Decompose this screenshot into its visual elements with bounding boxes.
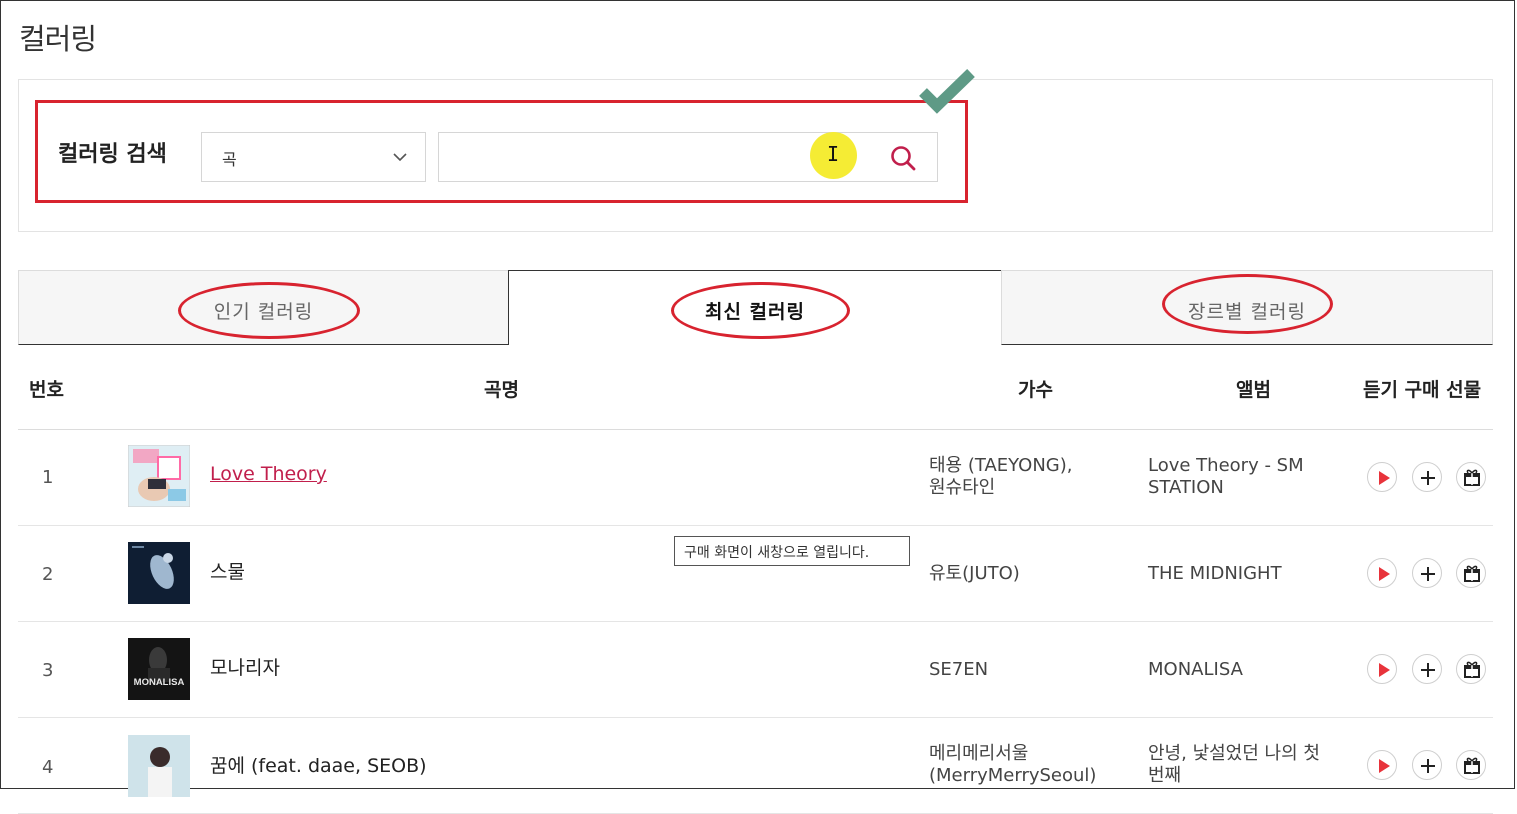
artist-line: 메리메리서울: [929, 743, 1029, 764]
row-number: 4: [42, 757, 54, 778]
search-icon[interactable]: [889, 144, 917, 172]
monalisa-cover[interactable]: MONALISA: [128, 638, 190, 700]
gift-icon: [1464, 757, 1480, 774]
artist-name[interactable]: 태용 (TAEYONG), 원슈타인: [929, 455, 1129, 499]
play-icon: [1379, 471, 1390, 485]
purchase-button[interactable]: [1412, 558, 1442, 588]
gift-button[interactable]: [1456, 462, 1486, 492]
check-mark-icon: [919, 69, 975, 114]
the-midnight-cover[interactable]: [128, 542, 190, 604]
plus-icon: [1421, 567, 1435, 581]
album-name[interactable]: 안녕, 낯설었던 나의 첫 번째: [1148, 743, 1363, 787]
gift-button[interactable]: [1456, 558, 1486, 588]
artist-line: (MerryMerrySeoul): [929, 765, 1097, 786]
gift-icon: [1464, 661, 1480, 678]
monalisa-cover-text: MONALISA: [134, 677, 185, 688]
gift-icon: [1464, 469, 1480, 486]
row-number: 3: [42, 660, 54, 681]
table-row: 3 MONALISA 모나리자 SE7EN MONALISA: [18, 621, 1493, 718]
gift-button[interactable]: [1456, 654, 1486, 684]
row-number: 1: [42, 467, 54, 488]
artist-name[interactable]: SE7EN: [929, 659, 1129, 681]
column-album: 앨범: [1236, 379, 1271, 401]
song-title-link[interactable]: Love Theory: [210, 463, 327, 485]
artist-line: SE7EN: [929, 659, 989, 680]
purchase-button[interactable]: [1412, 462, 1442, 492]
album-line: Love Theory - SM: [1148, 455, 1304, 476]
search-category-select[interactable]: 곡: [201, 132, 426, 182]
song-title[interactable]: 모나리자: [210, 653, 280, 680]
table-header: 번호 곡명 가수 앨범 듣기 구매 선물: [18, 345, 1493, 430]
tab-genre-annotation: [1162, 274, 1333, 334]
row-number: 2: [42, 564, 54, 585]
text-cursor-icon: I: [827, 142, 840, 166]
artist-name[interactable]: 유토(JUTO): [929, 563, 1129, 585]
column-number: 번호: [29, 379, 64, 401]
column-artist: 가수: [1018, 379, 1053, 401]
play-button[interactable]: [1367, 558, 1397, 588]
play-button[interactable]: [1367, 654, 1397, 684]
album-name[interactable]: MONALISA: [1148, 659, 1363, 681]
play-icon: [1379, 567, 1390, 581]
search-label: 컬러링 검색: [58, 142, 167, 167]
song-title[interactable]: 꿈에 (feat. daae, SEOB): [210, 751, 427, 778]
gift-button[interactable]: [1456, 750, 1486, 780]
table-row: 1 Love Theory 태용 (TAEYONG), 원슈타인 Love Th…: [18, 429, 1493, 526]
page-title: 컬러링: [19, 22, 97, 56]
purchase-tooltip: 구매 화면이 새창으로 열립니다.: [674, 536, 910, 566]
search-input[interactable]: [438, 132, 938, 182]
play-button[interactable]: [1367, 462, 1397, 492]
artist-line: 유토(JUTO): [929, 563, 1020, 584]
album-line: THE MIDNIGHT: [1148, 563, 1282, 584]
first-cover[interactable]: [128, 735, 190, 797]
purchase-button[interactable]: [1412, 750, 1442, 780]
plus-icon: [1421, 663, 1435, 677]
artist-name[interactable]: 메리메리서울 (MerryMerrySeoul): [929, 743, 1129, 787]
artist-line: 태용 (TAEYONG),: [929, 455, 1073, 476]
album-line: 번째: [1148, 765, 1182, 786]
play-icon: [1379, 663, 1390, 677]
artist-line: 원슈타인: [929, 477, 996, 498]
column-title: 곡명: [484, 379, 519, 401]
album-name[interactable]: Love Theory - SM STATION: [1148, 455, 1363, 499]
purchase-button[interactable]: [1412, 654, 1442, 684]
play-icon: [1379, 759, 1390, 773]
album-line: 안녕, 낯설었던 나의 첫: [1148, 743, 1320, 764]
album-name[interactable]: THE MIDNIGHT: [1148, 563, 1363, 585]
column-actions: 듣기 구매 선물: [1363, 379, 1482, 401]
album-line: STATION: [1148, 477, 1224, 498]
gift-icon: [1464, 565, 1480, 582]
tab-latest-annotation: [671, 282, 850, 339]
song-title[interactable]: 스물: [210, 557, 245, 584]
search-category-value: 곡: [222, 150, 237, 169]
plus-icon: [1421, 759, 1435, 773]
chevron-down-icon: [393, 153, 407, 162]
tab-popular-annotation: [178, 282, 360, 339]
table-row: 4 꿈에 (feat. daae, SEOB) 메리메리서울 (MerryMer…: [18, 717, 1493, 814]
love-theory-cover[interactable]: [128, 445, 190, 507]
album-line: MONALISA: [1148, 659, 1243, 680]
plus-icon: [1421, 471, 1435, 485]
play-button[interactable]: [1367, 750, 1397, 780]
